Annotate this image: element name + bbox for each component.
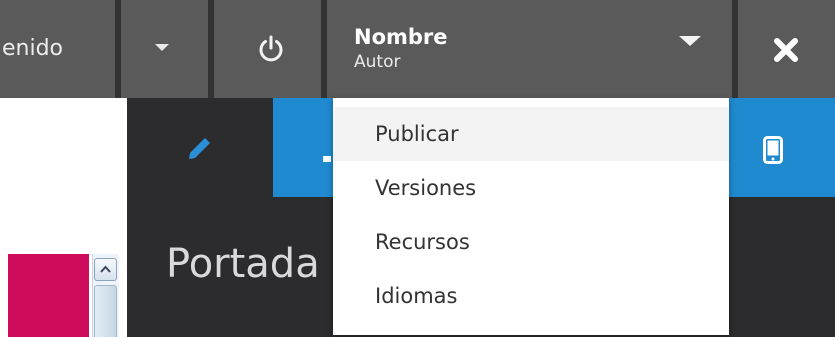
pencil-icon	[189, 138, 210, 159]
content-menu-button[interactable]: enido	[0, 0, 115, 98]
scrollbar-thumb[interactable]	[94, 285, 117, 337]
caret-down-icon	[155, 44, 169, 51]
user-name: Nombre	[354, 25, 448, 49]
power-icon	[259, 35, 283, 62]
close-icon	[774, 38, 798, 62]
close-button[interactable]	[738, 0, 835, 98]
top-toolbar: enido Nombre Autor	[0, 0, 835, 98]
chevron-up-icon	[100, 265, 111, 273]
page-accent-block	[8, 254, 89, 337]
scroll-up-button[interactable]	[94, 258, 117, 281]
user-role: Autor	[354, 52, 401, 72]
menu-item-idiomas[interactable]: Idiomas	[333, 269, 729, 323]
tab-edit[interactable]	[127, 98, 273, 197]
menu-item-versiones[interactable]: Versiones	[333, 161, 729, 215]
toolbar-icon	[323, 156, 331, 162]
content-menu-label: enido	[2, 36, 64, 61]
power-button[interactable]	[214, 0, 324, 98]
mobile-icon[interactable]	[763, 136, 783, 164]
user-menu-button[interactable]: Nombre Autor	[327, 0, 732, 98]
menu-item-publicar[interactable]: Publicar	[333, 107, 729, 161]
user-dropdown-menu: Publicar Versiones Recursos Idiomas	[333, 98, 729, 335]
content-dropdown-toggle[interactable]	[121, 0, 211, 98]
chevron-down-icon	[679, 36, 701, 46]
menu-item-recursos[interactable]: Recursos	[333, 215, 729, 269]
page-title: Portada	[166, 241, 320, 287]
